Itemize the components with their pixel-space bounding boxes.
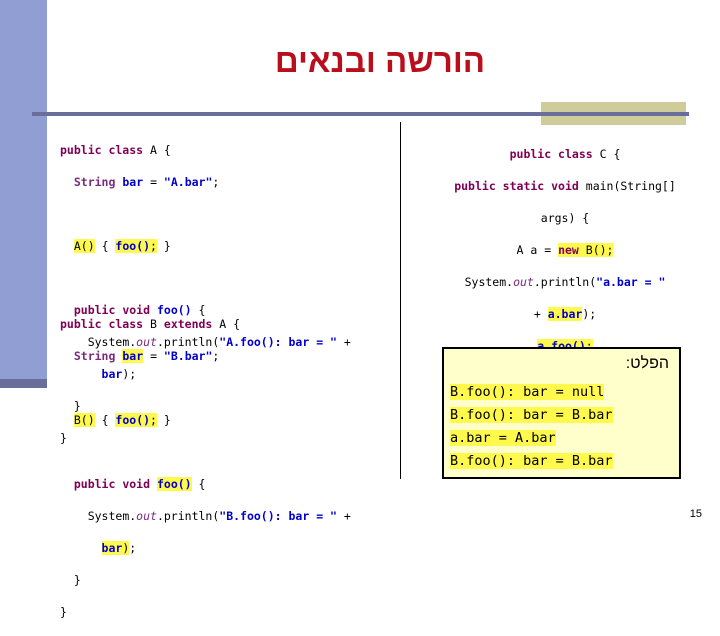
output-line-list: B.foo(): bar = null B.foo(): bar = B.bar…	[450, 381, 675, 473]
code-line: System.out.println("a.bar = "	[464, 275, 666, 289]
sidebar-accent-foot	[0, 379, 47, 388]
code-line: }	[60, 573, 81, 587]
output-label: הפלט:	[625, 355, 669, 372]
code-line: String bar = "A.bar";	[73, 175, 220, 189]
code-block-class-b: public class B extends A { String bar = …	[60, 300, 395, 636]
code-line: A a = new B();	[516, 243, 614, 257]
program-output-box: הפלט: B.foo(): bar = null B.foo(): bar =…	[442, 347, 681, 479]
code-line: String bar = "B.bar";	[73, 349, 220, 363]
code-line: B() { foo(); }	[73, 413, 171, 427]
column-divider	[400, 122, 401, 479]
output-line: B.foo(): bar = null	[450, 384, 605, 400]
sidebar-accent-band	[0, 0, 47, 379]
code-line: public class B extends A {	[60, 317, 241, 331]
code-line: bar);	[101, 541, 137, 555]
title-underline-rule-tab	[541, 112, 689, 116]
output-line: B.foo(): bar = B.bar	[450, 453, 613, 469]
code-line: + a.bar);	[533, 307, 597, 321]
slide-title: הורשה ובנאים	[274, 42, 486, 79]
code-line: public void foo() {	[73, 477, 206, 491]
code-line: public class C {	[509, 147, 621, 161]
page-number: 15	[689, 508, 702, 520]
output-line: B.foo(): bar = B.bar	[450, 407, 613, 423]
code-line: A() { foo(); }	[73, 239, 171, 253]
code-line: }	[60, 605, 67, 619]
code-line: public class A {	[60, 143, 171, 157]
output-line: a.bar = A.bar	[450, 430, 556, 446]
code-line: System.out.println("B.foo(): bar = " +	[60, 509, 351, 523]
code-line: public static void main(String[]	[454, 179, 676, 193]
code-line: args) {	[540, 211, 590, 225]
